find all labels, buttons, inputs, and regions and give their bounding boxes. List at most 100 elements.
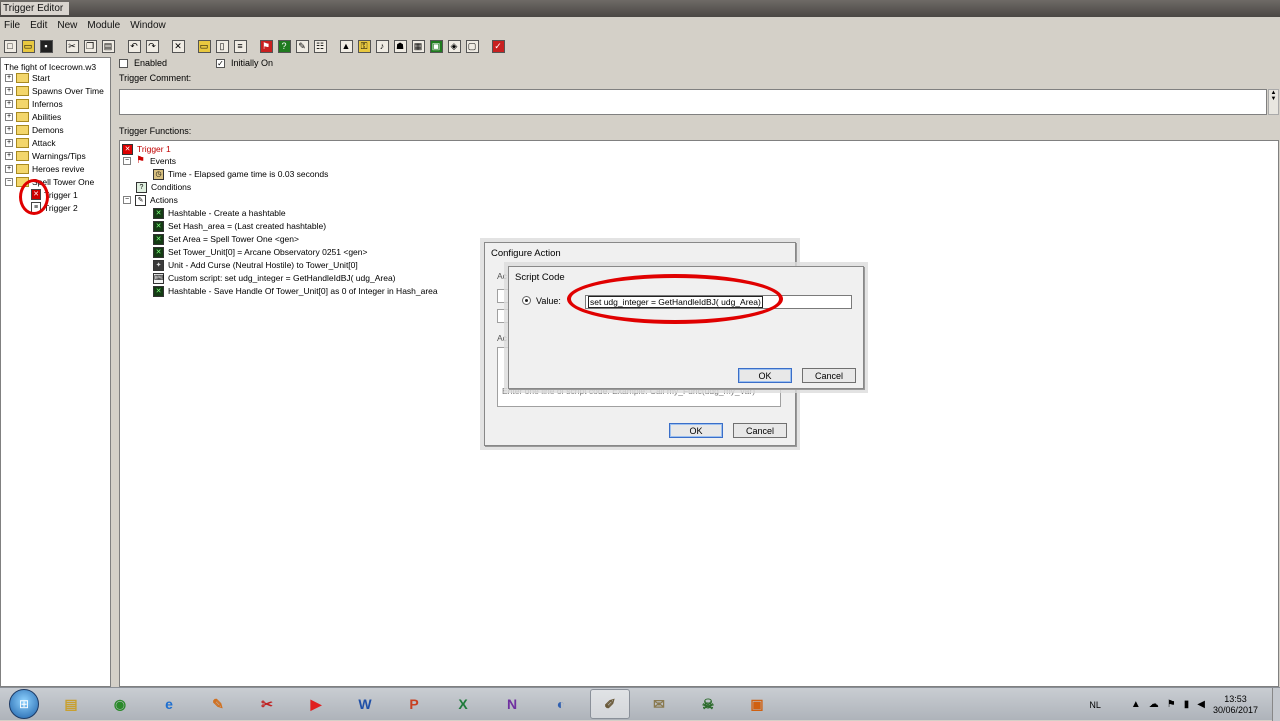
function-action-item[interactable]: ✕ Set Tower_Unit[0] = Arcane Observatory … [153,246,367,258]
tree-folder-spell-tower-one[interactable]: − Spell Tower One [5,175,94,188]
ai-editor-icon[interactable]: ▣ [428,38,444,54]
onedrive-icon[interactable]: ☁ [1149,699,1159,710]
tree-folder-spawns[interactable]: + Spawns Over Time [5,84,104,97]
function-trigger-root[interactable]: ✕ Trigger 1 [122,143,171,155]
action-center-icon[interactable]: ⚑ [1167,699,1176,710]
collapse-icon[interactable]: − [5,177,13,186]
onenote-icon[interactable]: N [492,689,532,719]
clock-time: 13:53 [1224,693,1247,704]
trigger-editor-icon[interactable]: ⚿ [356,38,372,54]
windows-start-icon[interactable]: ⊞ [9,689,39,719]
delete-icon[interactable]: ✕ [170,38,186,54]
notes-icon[interactable]: ✉ [639,689,679,719]
expand-icon[interactable]: + [5,112,13,121]
new-category-icon[interactable]: ▭ [196,38,212,54]
expand-icon[interactable]: + [5,73,13,82]
script-cancel-button[interactable]: Cancel [802,368,856,383]
test-map-icon[interactable]: ✓ [490,38,506,54]
configure-ok-button[interactable]: OK [669,423,723,438]
function-conditions-node[interactable]: ? Conditions [136,181,191,193]
function-actions-node[interactable]: − ✎ Actions [123,194,178,206]
save-icon[interactable]: ▪ [38,38,54,54]
file-explorer-icon[interactable]: ▤ [51,689,91,719]
new-action-icon[interactable]: ✎ [294,38,310,54]
app-window-icon[interactable]: ▣ [737,689,777,719]
configure-cancel-button[interactable]: Cancel [733,423,787,438]
new-event-icon[interactable]: ⚑ [258,38,274,54]
word-icon[interactable]: W [345,689,385,719]
enabled-checkbox[interactable]: Enabled [119,58,167,68]
expand-icon[interactable]: + [5,125,13,134]
collapse-icon[interactable]: − [123,157,131,165]
paint-icon[interactable]: ✎ [198,689,238,719]
object-manager-icon[interactable]: ◈ [446,38,462,54]
function-action-item[interactable]: ✕ Set Hash_area = (Last created hashtable… [153,220,326,232]
function-action-item[interactable]: ✕ Set Area = Spell Tower One <gen> [153,233,299,245]
powerpoint-icon[interactable]: P [394,689,434,719]
language-indicator[interactable]: NL [1089,700,1101,710]
redo-icon[interactable]: ↷ [144,38,160,54]
excel-icon[interactable]: X [443,689,483,719]
menu-window[interactable]: Window [130,20,166,31]
menu-edit[interactable]: Edit [30,20,47,31]
undo-icon[interactable]: ↶ [126,38,142,54]
expand-icon[interactable]: + [5,138,13,147]
new-file-icon[interactable]: □ [2,38,18,54]
tree-folder-demons[interactable]: + Demons [5,123,64,136]
function-action-item[interactable]: ✕ Hashtable - Save Handle Of Tower_Unit[0… [153,285,438,297]
function-event-item[interactable]: ◷ Time - Elapsed game time is 0.03 second… [153,168,328,180]
chrome-icon[interactable]: ◉ [100,689,140,719]
action-type-label: Ac [497,271,507,281]
new-trigger-icon[interactable]: ▯ [214,38,230,54]
menu-bar: File Edit New Module Window [0,17,1280,34]
variables-icon[interactable]: ☷ [312,38,328,54]
paste-icon[interactable]: ▤ [100,38,116,54]
expand-icon[interactable]: + [5,164,13,173]
initially-on-checkbox[interactable]: ✓ Initially On [216,58,273,68]
new-comment-icon[interactable]: ≡ [232,38,248,54]
snipping-tool-icon[interactable]: ✂ [247,689,287,719]
expand-icon[interactable]: + [5,151,13,160]
value-radio-button[interactable] [522,296,531,305]
menu-module[interactable]: Module [87,20,120,31]
configure-action-title: Configure Action [491,248,561,259]
internet-explorer-icon[interactable]: e [149,689,189,719]
network-icon[interactable]: ▮ [1184,699,1190,710]
expand-icon[interactable]: + [5,99,13,108]
import-manager-icon[interactable]: ▢ [464,38,480,54]
menu-file[interactable]: File [4,20,20,31]
menu-new[interactable]: New [57,20,77,31]
tree-folder-start[interactable]: + Start [5,71,50,84]
media-player-icon[interactable]: ◐ [541,689,581,719]
warcraft-icon[interactable]: ☠ [688,689,728,719]
expand-icon[interactable]: + [5,86,13,95]
trigger-comment-input[interactable] [119,89,1267,115]
function-events-node[interactable]: − ⚑ Events [123,155,176,167]
function-action-item[interactable]: ✦ Unit - Add Curse (Neutral Hostile) to T… [153,259,358,271]
tree-folder-abilities[interactable]: + Abilities [5,110,61,123]
object-editor-icon[interactable]: ☗ [392,38,408,54]
clock[interactable]: 13:53 30/06/2017 [1213,694,1258,716]
tree-folder-heroes-revive[interactable]: + Heroes revive [5,162,84,175]
new-condition-icon[interactable]: ? [276,38,292,54]
youtube-icon[interactable]: ▶ [296,689,336,719]
terrain-editor-icon[interactable]: ▲ [338,38,354,54]
script-ok-button[interactable]: OK [738,368,792,383]
collapse-icon[interactable]: − [123,196,131,204]
tree-folder-infernos[interactable]: + Infernos [5,97,63,110]
campaign-editor-icon[interactable]: ▦ [410,38,426,54]
tree-folder-warnings[interactable]: + Warnings/Tips [5,149,86,162]
sound-editor-icon[interactable]: ♪ [374,38,390,54]
action-script-icon: ✕ [153,246,164,258]
function-action-item[interactable]: ⌨ Custom script: set udg_integer = GetHan… [153,272,396,284]
comment-scrollbar[interactable]: ▲ ▼ [1268,89,1279,115]
volume-icon[interactable]: ◀ [1197,699,1205,710]
tray-arrow-icon[interactable]: ▲ [1131,699,1141,710]
function-action-item[interactable]: ✕ Hashtable - Create a hashtable [153,207,286,219]
show-desktop-button[interactable] [1272,688,1280,721]
tree-folder-attack[interactable]: + Attack [5,136,56,149]
world-editor-icon[interactable]: ✐ [590,689,630,719]
open-folder-icon[interactable]: ▭ [20,38,36,54]
cut-icon[interactable]: ✂ [64,38,80,54]
copy-icon[interactable]: ❐ [82,38,98,54]
